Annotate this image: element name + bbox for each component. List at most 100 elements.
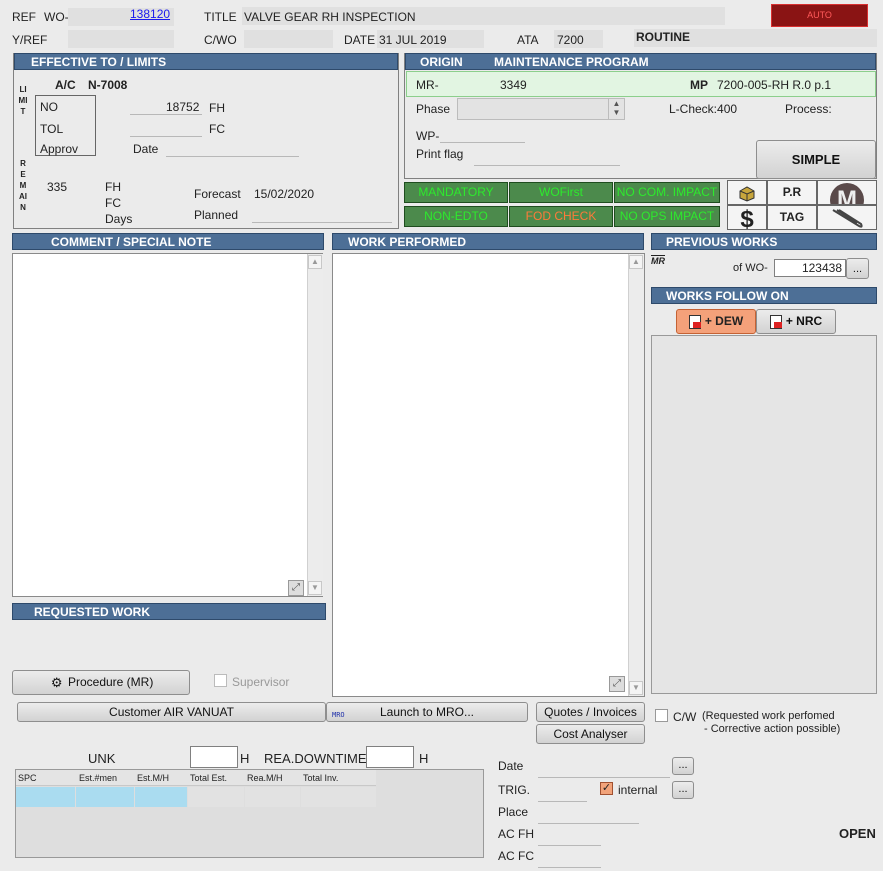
internal-label: internal [618,783,658,797]
work-performed-scroll-down-icon[interactable]: ▼ [629,681,643,695]
cell-total-est [188,787,244,807]
of-wo-label: of WO- [733,262,768,274]
cell-est-men[interactable] [76,787,134,807]
works-follow-on-header: WORKS FOLLOW ON [651,287,877,304]
add-nrc-button[interactable]: + NRC [756,309,836,334]
forecast-value: 15/02/2020 [254,187,315,201]
supervisor-label: Supervisor [232,675,290,689]
procedure-mr-label: Procedure (MR) [67,675,154,689]
tag-button[interactable]: TAG [767,205,817,230]
date-browse-button[interactable]: ... [672,757,694,775]
pr-button[interactable]: P.R [767,180,817,205]
trigger-date-field[interactable] [538,760,670,778]
cell-total-inv [301,787,376,807]
trig-label: TRIG. [498,783,530,797]
mr-value: 3349 [500,78,527,92]
works-follow-on-list[interactable] [651,335,877,694]
date-label: DATE [344,33,376,47]
procedure-mr-button[interactable]: ⚙ Procedure (MR) [12,670,190,695]
auto-button[interactable]: AUTO [771,4,868,27]
work-performed-expand-icon[interactable]: ⤢ [609,676,625,692]
work-performed-textarea[interactable] [332,253,645,697]
effective-header: EFFECTIVE TO / LIMITS [14,53,398,70]
ac-fh-label: AC FH [498,827,534,841]
mr-icon[interactable]: MR [651,256,665,266]
remain-days-label: Days [105,212,133,226]
flag-no-ops-impact[interactable]: NO OPS IMPACT [614,206,720,227]
phase-select[interactable]: ▲ ▼ [457,98,625,120]
print-flag-label: Print flag [416,147,464,161]
ac-fh-field[interactable] [538,828,601,846]
yref-field[interactable] [68,30,174,48]
add-dew-button[interactable]: + DEW [676,309,756,334]
ac-fc-field[interactable] [538,850,601,868]
origin-header: ORIGIN MAINTENANCE PROGRAM [405,53,876,70]
phase-spin-icon[interactable]: ▲ ▼ [608,99,624,119]
comment-scroll-down-icon[interactable]: ▼ [308,581,322,595]
cwo-field[interactable] [244,30,333,48]
internal-checkbox[interactable]: ✓ [600,782,613,795]
title-value: VALVE GEAR RH INSPECTION [244,10,416,24]
of-wo-browse-button[interactable]: ... [846,258,869,279]
comment-expand-icon[interactable]: ⤢ [288,580,304,596]
mr-label: MR- [416,78,439,92]
unk-label: UNK [88,751,116,766]
ac-label: A/C [55,78,76,92]
dew-doc-icon [688,314,701,329]
comment-header: COMMENT / SPECIAL NOTE [12,233,324,250]
yref-label: Y/REF [12,33,48,47]
cell-rea-mh[interactable] [245,787,300,807]
approv-label: Approv [40,142,79,156]
tol-field[interactable] [130,119,202,137]
work-performed-scroll-up-icon[interactable]: ▲ [629,255,643,269]
approv-date-field[interactable] [166,139,299,157]
flag-no-com-impact[interactable]: NO COM. IMPACT [614,182,720,203]
flag-non-edto[interactable]: NON-EDTO [404,206,508,227]
comment-scroll-up-icon[interactable]: ▲ [308,255,322,269]
trig-field[interactable] [538,784,587,802]
mp-label: MP [690,78,708,92]
cost-analyser-button[interactable]: Cost Analyser [536,724,645,744]
trig-browse-button[interactable]: ... [672,781,694,799]
planned-field[interactable] [252,205,392,223]
print-flag-field[interactable] [474,148,620,166]
flag-mandatory[interactable]: MANDATORY [404,182,508,203]
flag-fod-check[interactable]: FOD CHECK [509,206,613,227]
work-performed-scrollbar[interactable] [628,254,644,696]
supervisor-checkbox[interactable] [214,674,227,687]
col-total-est: Total Est. [190,773,228,783]
flag-wofirst[interactable]: WOFirst [509,182,613,203]
fc-label: FC [209,122,225,136]
work-performed-header: WORK PERFORMED [332,233,644,250]
tol-label: TOL [40,122,64,136]
dollar-icon[interactable]: $ [727,205,767,233]
unk-hours-label: H [240,751,250,766]
approv-date-label: Date [133,142,159,156]
launch-mro-button[interactable]: MRO Launch to MRO... [326,702,528,722]
cell-est-mh[interactable] [135,787,187,807]
of-wo-input[interactable]: 123438 [774,259,846,277]
gear-icon: ⚙ [50,674,63,690]
simple-button[interactable]: SIMPLE [756,140,876,179]
remain-vertical-label: REMAIN [19,159,27,212]
phase-label: Phase [416,102,451,116]
col-spc: SPC [18,773,37,783]
wo-number-link[interactable]: 138120 [130,7,170,21]
cw-checkbox[interactable] [655,709,668,722]
unk-input[interactable] [190,746,238,768]
box-icon[interactable] [727,180,767,205]
lcheck-label: L-Check:400 [669,102,738,116]
comment-scrollbar[interactable] [307,254,323,596]
title-label: TITLE [204,10,237,24]
customer-button[interactable]: Customer AIR VANUAT [17,702,326,722]
place-field[interactable] [538,806,639,824]
mp-value: 7200-005-RH R.0 p.1 [717,78,832,92]
add-dew-label: + DEW [704,314,744,328]
paperclip-icon[interactable] [817,205,877,230]
wp-field[interactable] [440,125,525,143]
rea-downtime-input[interactable] [366,746,414,768]
comment-textarea[interactable] [12,253,323,597]
cell-spc[interactable] [16,787,75,807]
m-button[interactable]: M [817,180,877,205]
quotes-invoices-button[interactable]: Quotes / Invoices [536,702,645,722]
